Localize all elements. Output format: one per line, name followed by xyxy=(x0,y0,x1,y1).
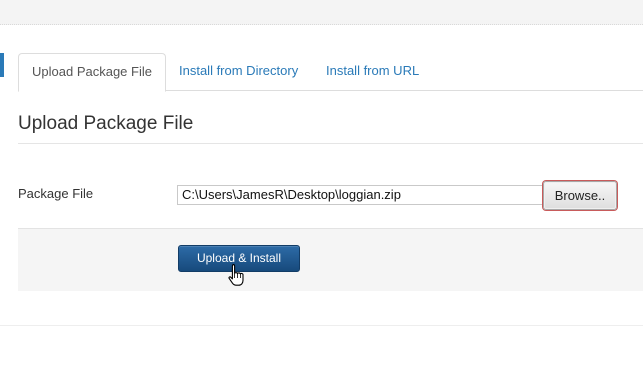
footer-divider xyxy=(0,325,643,326)
top-bar xyxy=(0,0,643,25)
hand-pointer-icon xyxy=(228,263,244,286)
tab-install-from-url[interactable]: Install from URL xyxy=(326,53,419,89)
title-divider xyxy=(18,143,643,144)
tab-upload-package-file[interactable]: Upload Package File xyxy=(18,53,166,92)
section-title: Upload Package File xyxy=(18,113,194,134)
package-file-label: Package File xyxy=(18,186,94,201)
package-file-input[interactable] xyxy=(177,185,545,205)
sidebar-accent xyxy=(0,53,4,77)
tab-install-from-directory[interactable]: Install from Directory xyxy=(179,53,298,89)
tab-bar: Upload Package File Install from Directo… xyxy=(18,53,643,92)
form-actions-panel xyxy=(18,228,643,291)
browse-button[interactable]: Browse.. xyxy=(543,181,617,210)
